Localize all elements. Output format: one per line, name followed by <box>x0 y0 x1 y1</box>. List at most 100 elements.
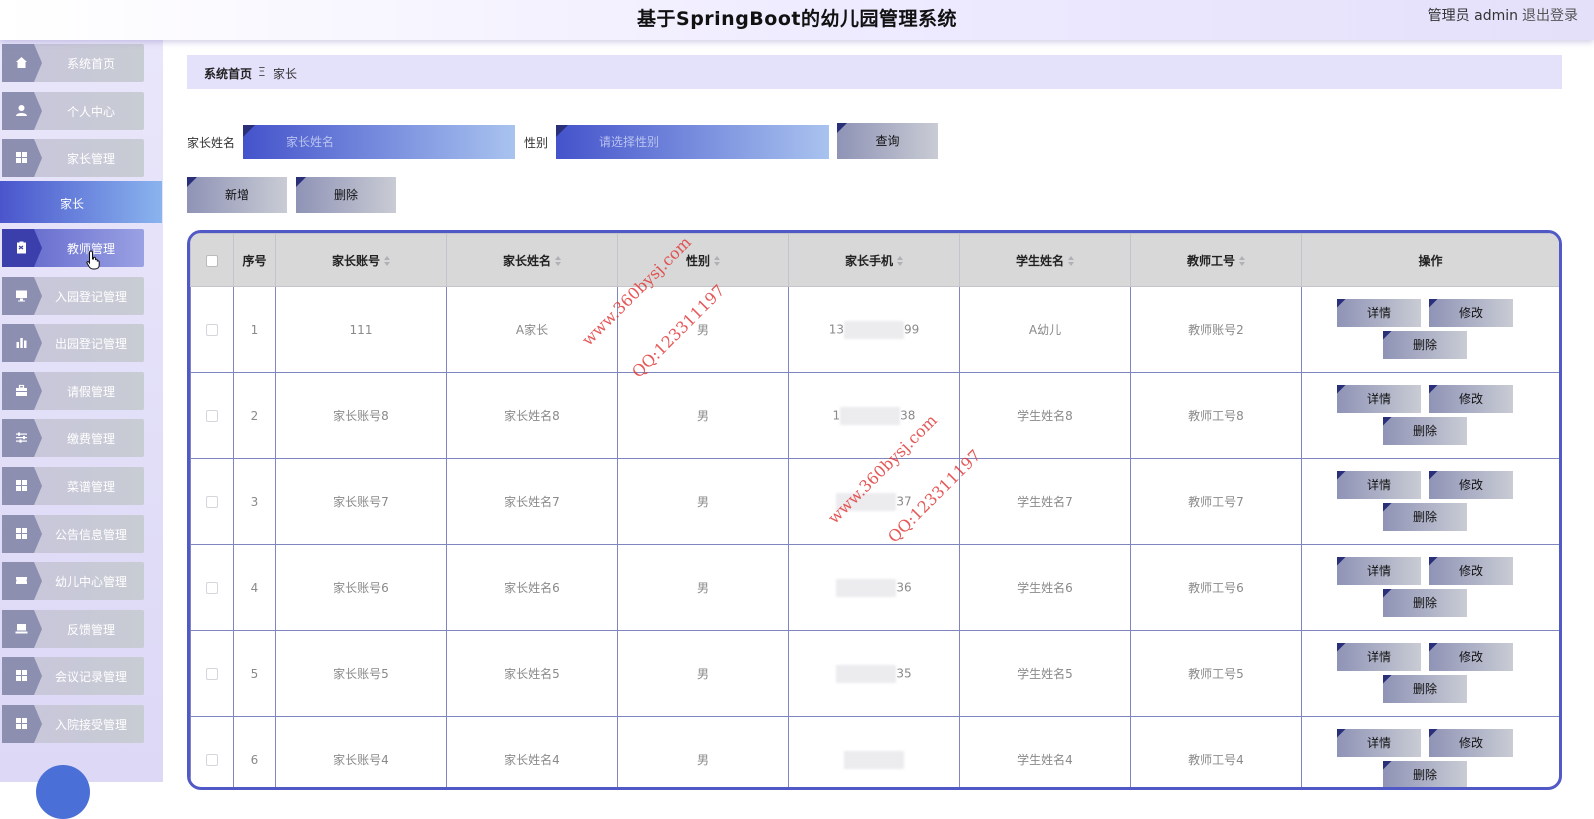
sidebar-item-leave[interactable]: 请假管理 <box>2 372 144 410</box>
home-icon <box>2 44 42 82</box>
edit-button[interactable]: 修改 <box>1429 298 1513 327</box>
sort-icon[interactable] <box>1068 256 1074 266</box>
sidebar-item-meeting[interactable]: 会议记录管理 <box>2 657 144 695</box>
edit-button[interactable]: 修改 <box>1429 470 1513 499</box>
cell-ops: 详情 修改删除 <box>1301 544 1559 631</box>
gender-label: 性别 <box>524 136 549 150</box>
corner-decoration <box>296 177 306 187</box>
phone-redacted <box>844 320 904 339</box>
row-delete-button[interactable]: 删除 <box>1383 416 1467 445</box>
sidebar-item-checkout[interactable]: 出园登记管理 <box>2 324 144 362</box>
sidebar-item-label: 会议记录管理 <box>54 670 127 684</box>
edit-button-label: 修改 <box>1458 735 1483 750</box>
corner-decoration <box>1383 674 1392 684</box>
row-delete-button[interactable]: 删除 <box>1383 760 1467 787</box>
row-delete-button[interactable]: 删除 <box>1383 330 1467 359</box>
col-account[interactable]: 家长账号 <box>275 233 447 287</box>
row-delete-button[interactable]: 删除 <box>1383 502 1467 531</box>
row-checkbox[interactable] <box>206 496 218 508</box>
corner-decoration <box>1383 760 1392 770</box>
row-checkbox[interactable] <box>206 668 218 680</box>
cell-phone: 36 <box>788 544 960 631</box>
cell-teacher: 教师工号6 <box>1130 544 1302 631</box>
detail-button[interactable]: 详情 <box>1337 470 1421 499</box>
sidebar-item-checkin[interactable]: 入园登记管理 <box>2 277 144 315</box>
phone-redacted <box>836 578 897 597</box>
detail-button-label: 详情 <box>1366 477 1391 492</box>
row-delete-button-label: 删除 <box>1412 337 1437 352</box>
sidebar-item-fee[interactable]: 缴费管理 <box>2 419 144 457</box>
row-checkbox[interactable] <box>206 754 218 766</box>
phone-redacted <box>844 750 904 769</box>
cell-index: 1 <box>233 286 276 373</box>
top-header: 基于SpringBoot的幼儿园管理系统 管理员 admin 退出登录 <box>0 0 1594 40</box>
col-ops: 操作 <box>1301 233 1559 287</box>
sidebar-subitem-parent[interactable]: 家长 <box>0 181 162 223</box>
sidebar-item-profile[interactable]: 个人中心 <box>2 92 144 130</box>
cell-ops: 详情 修改删除 <box>1301 458 1559 545</box>
detail-button[interactable]: 详情 <box>1337 384 1421 413</box>
detail-button[interactable]: 详情 <box>1337 556 1421 585</box>
sidebar-item-label: 缴费管理 <box>66 432 115 446</box>
sidebar-item-recipe[interactable]: 菜谱管理 <box>2 467 144 505</box>
sidebar-item-teacher-manage[interactable]: 教师管理 <box>2 229 144 267</box>
sort-icon[interactable] <box>384 256 390 266</box>
col-name-label: 家长姓名 <box>502 253 551 268</box>
col-phone[interactable]: 家长手机 <box>788 233 960 287</box>
row-checkbox[interactable] <box>206 410 218 422</box>
corner-decoration <box>1383 502 1392 512</box>
sidebar-item-home[interactable]: 系统首页 <box>2 44 144 82</box>
sidebar-item-feedback[interactable]: 反馈管理 <box>2 610 144 648</box>
sidebar-item-notice[interactable]: 公告信息管理 <box>2 515 144 553</box>
sort-icon[interactable] <box>897 256 903 266</box>
sort-icon[interactable] <box>555 256 561 266</box>
detail-button[interactable]: 详情 <box>1337 642 1421 671</box>
cell-teacher: 教师账号2 <box>1130 286 1302 373</box>
edit-button-label: 修改 <box>1458 477 1483 492</box>
parent-name-input[interactable] <box>243 125 515 159</box>
sidebar-item-parent-manage[interactable]: 家长管理 <box>2 139 144 177</box>
data-table: 序号 家长账号 家长姓名 性别 家长手机 学生姓名 教师工号 操作 1 111 A家… <box>190 233 1559 787</box>
cell-index: 2 <box>233 372 276 459</box>
sidebar-item-admission[interactable]: 入院接受管理 <box>2 705 144 743</box>
row-select-cell <box>190 372 234 459</box>
cell-phone: 35 <box>788 630 960 717</box>
cell-name: 家长姓名6 <box>446 544 618 631</box>
logout-link[interactable]: 退出登录 <box>1522 5 1594 25</box>
sort-icon[interactable] <box>1239 256 1245 266</box>
cell-name: 家长姓名4 <box>446 716 618 787</box>
corner-decoration <box>1383 588 1392 598</box>
row-checkbox[interactable] <box>206 324 218 336</box>
cell-student: A幼儿 <box>959 286 1131 373</box>
gender-select[interactable] <box>556 125 829 159</box>
parent-table: 序号 家长账号 家长姓名 性别 家长手机 学生姓名 教师工号 操作 1 111 A家… <box>187 230 1562 790</box>
sort-icon[interactable] <box>714 256 720 266</box>
bulk-delete-button[interactable]: 删除 <box>296 177 396 213</box>
select-all-checkbox[interactable] <box>206 254 218 267</box>
cell-student: 学生姓名4 <box>959 716 1131 787</box>
row-checkbox[interactable] <box>206 582 218 594</box>
user-icon <box>2 92 42 130</box>
col-teacher[interactable]: 教师工号 <box>1130 233 1302 287</box>
sidebar-item-child-center[interactable]: 幼儿中心管理 <box>2 562 144 600</box>
row-delete-button[interactable]: 删除 <box>1383 588 1467 617</box>
detail-button[interactable]: 详情 <box>1337 728 1421 757</box>
edit-button[interactable]: 修改 <box>1429 384 1513 413</box>
col-student[interactable]: 学生姓名 <box>959 233 1131 287</box>
edit-button[interactable]: 修改 <box>1429 556 1513 585</box>
detail-button[interactable]: 详情 <box>1337 298 1421 327</box>
cell-teacher: 教师工号7 <box>1130 458 1302 545</box>
col-name[interactable]: 家长姓名 <box>446 233 618 287</box>
breadcrumb-home[interactable]: 系统首页 <box>204 65 252 82</box>
edit-button[interactable]: 修改 <box>1429 642 1513 671</box>
cell-gender: 男 <box>617 544 789 631</box>
row-select-cell <box>190 544 234 631</box>
corner-decoration <box>1429 384 1438 394</box>
add-button[interactable]: 新增 <box>187 177 287 213</box>
sidebar-item-label: 系统首页 <box>66 57 115 71</box>
select-all-cell <box>190 233 234 287</box>
edit-button[interactable]: 修改 <box>1429 728 1513 757</box>
row-delete-button[interactable]: 删除 <box>1383 674 1467 703</box>
query-button[interactable]: 查询 <box>837 123 938 159</box>
phone-tail: 38 <box>900 408 916 422</box>
